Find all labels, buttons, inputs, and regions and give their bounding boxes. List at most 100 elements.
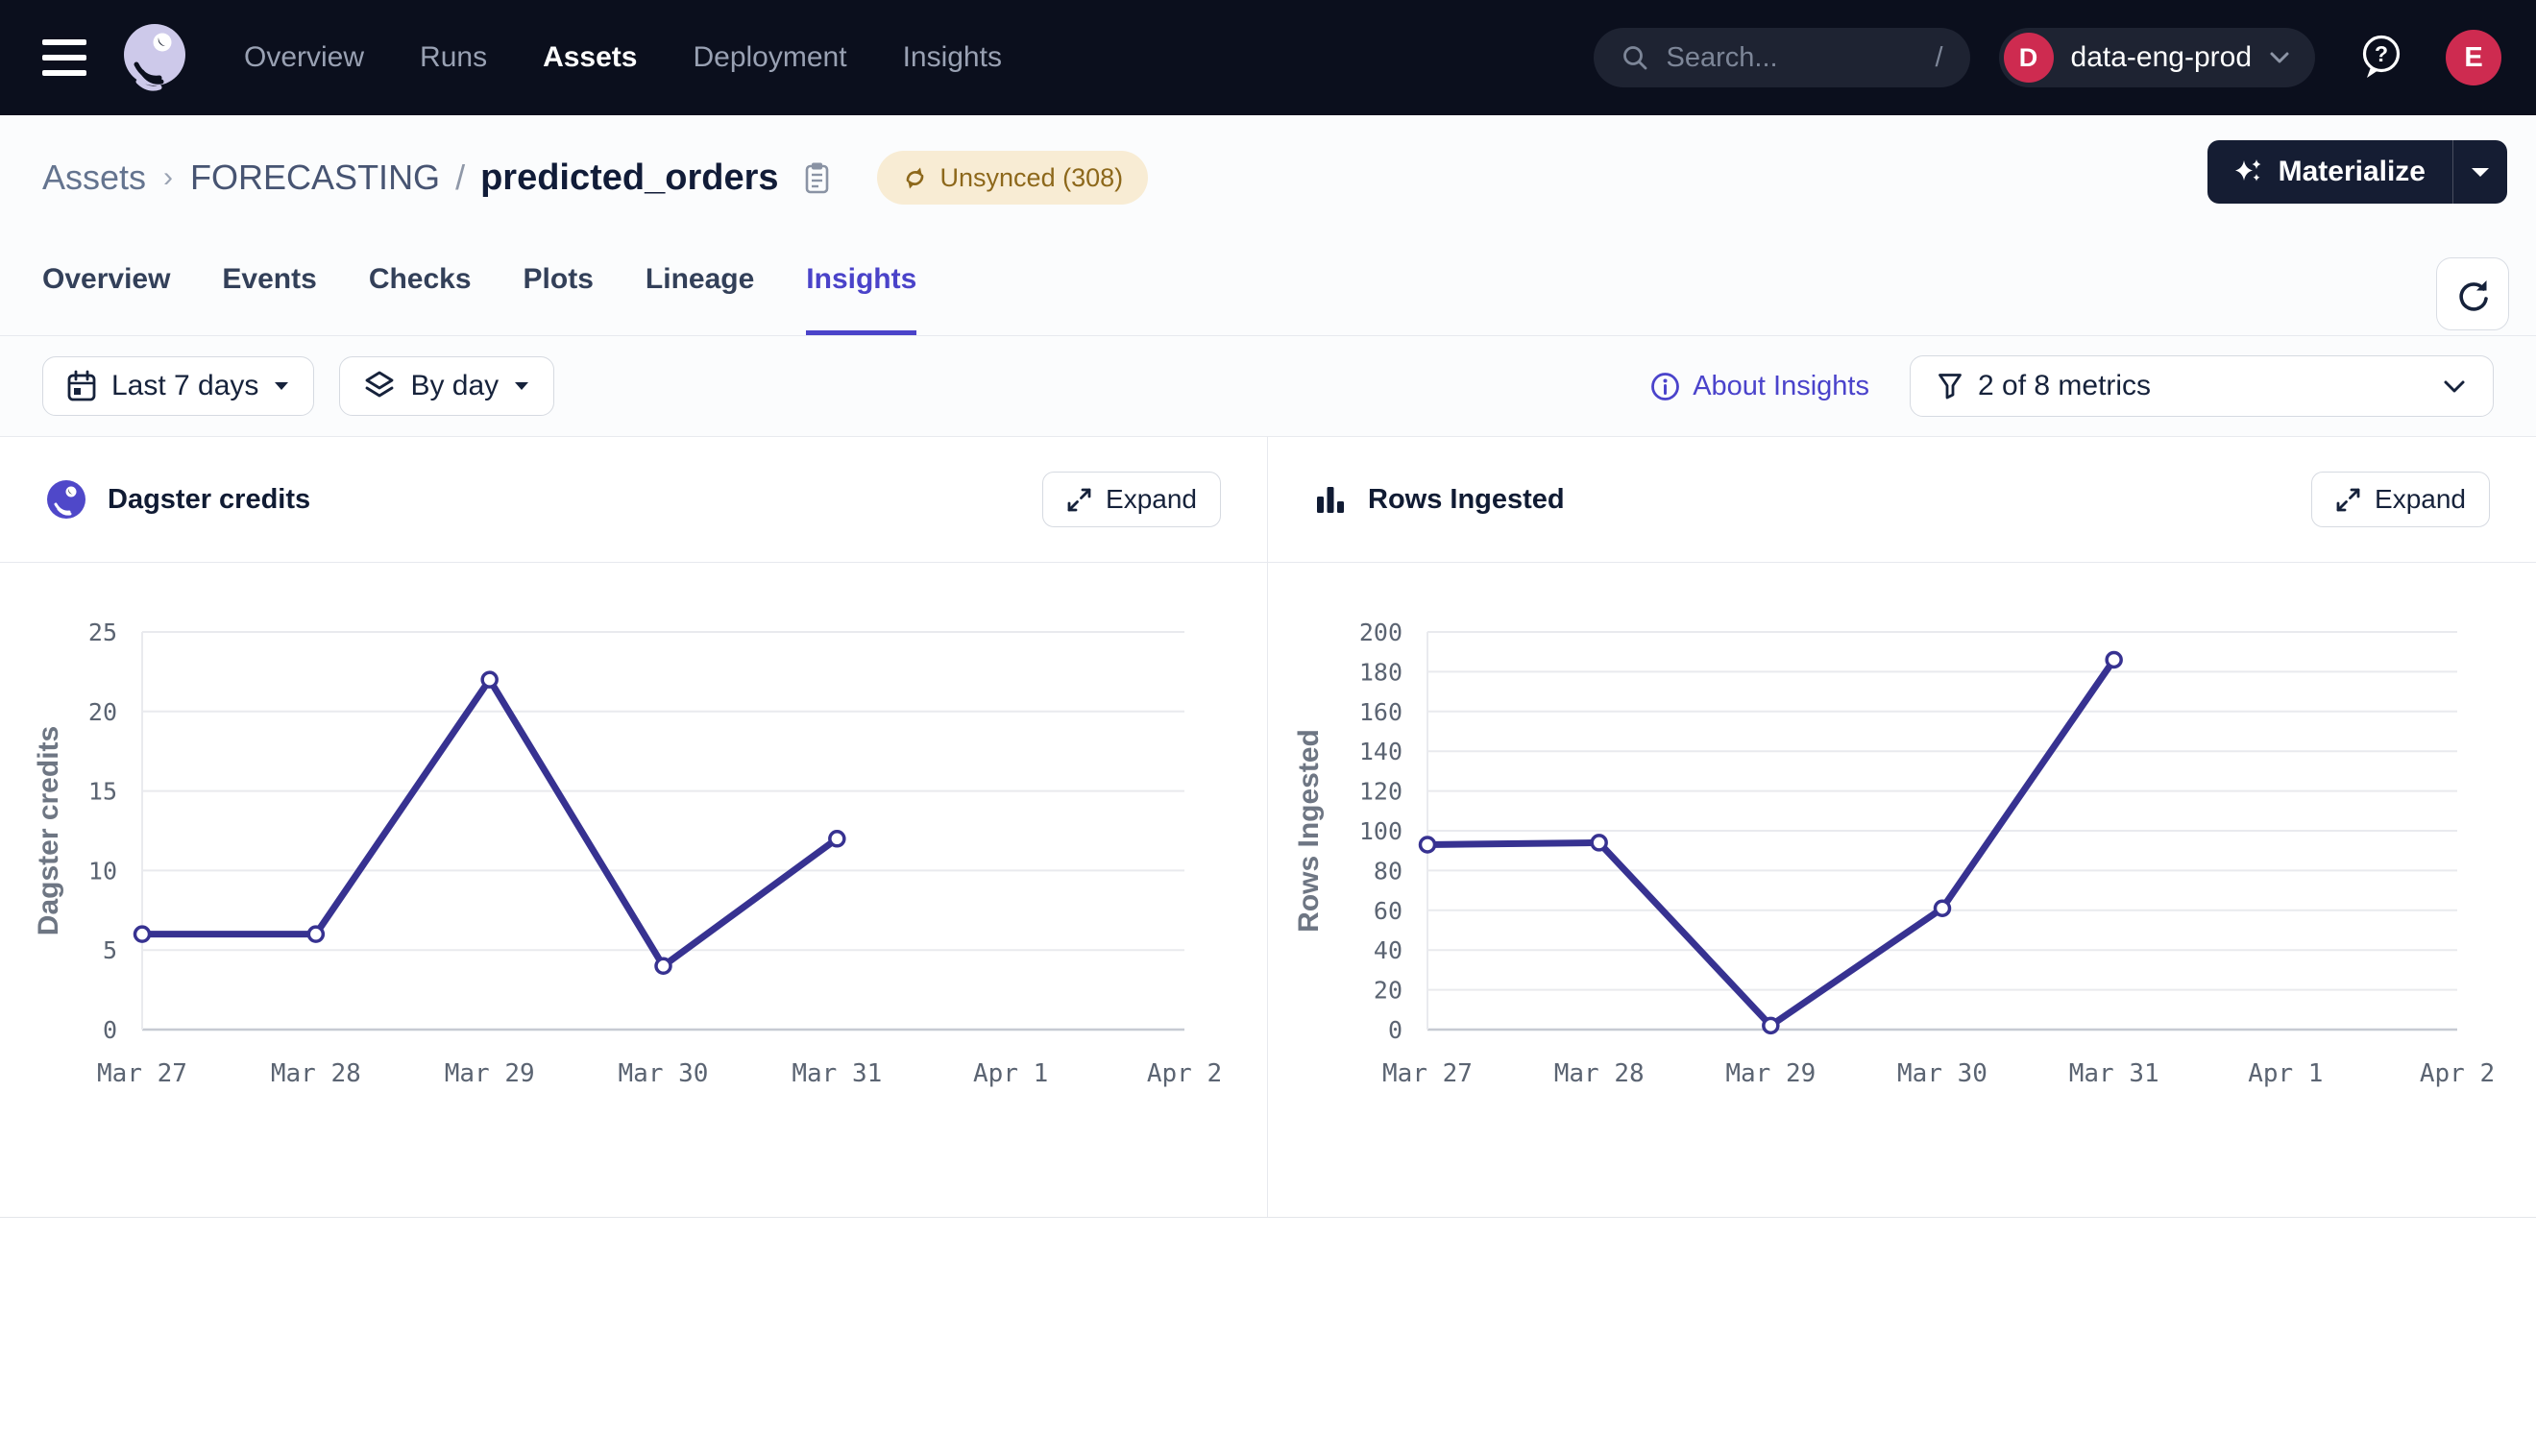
tab-overview[interactable]: Overview [42, 263, 170, 335]
bar-chart-icon [1314, 483, 1347, 516]
svg-text:?: ? [2375, 41, 2388, 66]
deployment-switcher[interactable]: D data-eng-prod [1999, 28, 2315, 87]
svg-text:5: 5 [103, 936, 117, 964]
materialize-button[interactable]: Materialize [2207, 140, 2452, 204]
svg-text:200: 200 [1359, 619, 1402, 646]
svg-text:Dagster credits: Dagster credits [33, 726, 64, 935]
tab-insights[interactable]: Insights [806, 263, 916, 335]
svg-text:140: 140 [1359, 738, 1402, 765]
search-shortcut-hint: / [1935, 42, 1942, 74]
chevron-down-icon [2269, 51, 2290, 64]
expand-icon [1066, 487, 1092, 513]
tab-plots[interactable]: Plots [524, 263, 594, 335]
primary-nav: Overview Runs Assets Deployment Insights [244, 41, 1002, 74]
granularity-value: By day [410, 370, 499, 402]
dagster-credits-header: Dagster credits Expand [0, 437, 1267, 563]
svg-text:180: 180 [1359, 658, 1402, 686]
materialize-options-button[interactable] [2453, 140, 2507, 204]
expand-icon [2335, 487, 2361, 513]
nav-item-overview[interactable]: Overview [244, 41, 364, 74]
materialize-label: Materialize [2279, 156, 2426, 188]
svg-text:Apr 1: Apr 1 [973, 1059, 1048, 1088]
breadcrumb: Assets › FORECASTING / predicted_orders [0, 115, 2536, 240]
svg-text:Apr 2: Apr 2 [2420, 1059, 2495, 1088]
deployment-name: data-eng-prod [2071, 41, 2252, 74]
svg-text:Apr 1: Apr 1 [2248, 1059, 2323, 1088]
svg-text:120: 120 [1359, 778, 1402, 806]
svg-text:Mar 30: Mar 30 [619, 1059, 709, 1088]
nav-item-deployment[interactable]: Deployment [693, 41, 846, 74]
metrics-select-value: 2 of 8 metrics [1978, 370, 2151, 402]
materialize-split-button: Materialize [2207, 140, 2507, 204]
svg-text:Apr 2: Apr 2 [1147, 1059, 1222, 1088]
menu-icon[interactable] [42, 39, 90, 76]
caret-down-icon [273, 380, 290, 392]
svg-text:Mar 27: Mar 27 [1382, 1059, 1473, 1088]
svg-text:Mar 28: Mar 28 [1554, 1059, 1645, 1088]
top-nav-bar: Overview Runs Assets Deployment Insights… [0, 0, 2536, 115]
rows-ingested-header: Rows Ingested Expand [1268, 437, 2536, 563]
svg-text:100: 100 [1359, 817, 1402, 845]
info-icon [1650, 372, 1680, 401]
svg-text:Mar 30: Mar 30 [1897, 1059, 1987, 1088]
unsynced-badge[interactable]: Unsynced (308) [877, 151, 1149, 205]
funnel-icon [1938, 373, 1963, 400]
svg-text:Mar 29: Mar 29 [1725, 1059, 1816, 1088]
clipboard-icon[interactable] [800, 160, 833, 195]
user-avatar[interactable]: E [2446, 30, 2501, 85]
breadcrumb-slash: / [455, 158, 465, 198]
expand-button[interactable]: Expand [1042, 472, 1221, 527]
dagster-credits-chart[interactable]: 0510152025Mar 27Mar 28Mar 29Mar 30Mar 31… [0, 563, 1268, 1217]
unsynced-badge-label: Unsynced (308) [940, 163, 1124, 193]
refresh-button[interactable] [2436, 257, 2509, 330]
nav-item-runs[interactable]: Runs [420, 41, 487, 74]
asset-tabs: Overview Events Checks Plots Lineage Ins… [0, 240, 2536, 336]
rows-ingested-panel: Rows Ingested Expand 0204060801001201401… [1268, 437, 2536, 1217]
time-range-dropdown[interactable]: Last 7 days [42, 356, 314, 416]
svg-text:Mar 27: Mar 27 [97, 1059, 187, 1088]
help-icon[interactable]: ? [2357, 33, 2405, 83]
search-icon [1621, 43, 1649, 72]
svg-text:Mar 31: Mar 31 [792, 1059, 882, 1088]
tab-lineage[interactable]: Lineage [646, 263, 754, 335]
tab-events[interactable]: Events [222, 263, 316, 335]
svg-text:80: 80 [1374, 857, 1402, 885]
tab-checks[interactable]: Checks [369, 263, 472, 335]
svg-text:15: 15 [88, 778, 117, 806]
dagster-insights-page: Overview Runs Assets Deployment Insights… [0, 0, 2536, 1456]
nav-item-insights[interactable]: Insights [903, 41, 1002, 74]
chart-title: Dagster credits [108, 484, 310, 516]
svg-text:Rows Ingested: Rows Ingested [1293, 729, 1325, 933]
svg-text:160: 160 [1359, 698, 1402, 726]
chevron-down-icon [2443, 379, 2466, 394]
asset-name: predicted_orders [480, 158, 778, 199]
nav-item-assets[interactable]: Assets [543, 41, 637, 74]
about-insights-link[interactable]: About Insights [1650, 371, 1869, 402]
dagster-credits-panel: Dagster credits Expand 0510152025Mar 27M… [0, 437, 1268, 1217]
sparkles-icon [2232, 158, 2263, 186]
granularity-dropdown[interactable]: By day [339, 356, 554, 416]
expand-label: Expand [2375, 484, 2466, 515]
dagster-icon [46, 479, 86, 520]
layers-icon [363, 370, 396, 402]
insights-filter-row: Last 7 days By day About Insights [0, 336, 2536, 437]
breadcrumb-assets-link[interactable]: Assets [42, 158, 146, 198]
asset-header-band: Assets › FORECASTING / predicted_orders [0, 115, 2536, 336]
metrics-select[interactable]: 2 of 8 metrics [1910, 355, 2494, 417]
caret-down-icon [513, 380, 530, 392]
about-insights-label: About Insights [1693, 371, 1869, 402]
svg-text:10: 10 [88, 857, 117, 885]
svg-text:25: 25 [88, 619, 117, 646]
svg-text:20: 20 [88, 698, 117, 726]
svg-text:Mar 28: Mar 28 [271, 1059, 361, 1088]
sync-icon [902, 165, 928, 191]
dagster-logo-icon[interactable] [119, 22, 190, 93]
chart-title: Rows Ingested [1368, 484, 1565, 516]
breadcrumb-group-link[interactable]: FORECASTING [190, 158, 440, 198]
search-input[interactable]: Search... / [1594, 28, 1970, 87]
expand-button[interactable]: Expand [2311, 472, 2490, 527]
svg-text:Mar 31: Mar 31 [2069, 1059, 2159, 1088]
rows-ingested-chart[interactable]: 020406080100120140160180200Mar 27Mar 28M… [1268, 563, 2536, 1217]
svg-text:0: 0 [1388, 1016, 1402, 1044]
svg-text:20: 20 [1374, 977, 1402, 1005]
